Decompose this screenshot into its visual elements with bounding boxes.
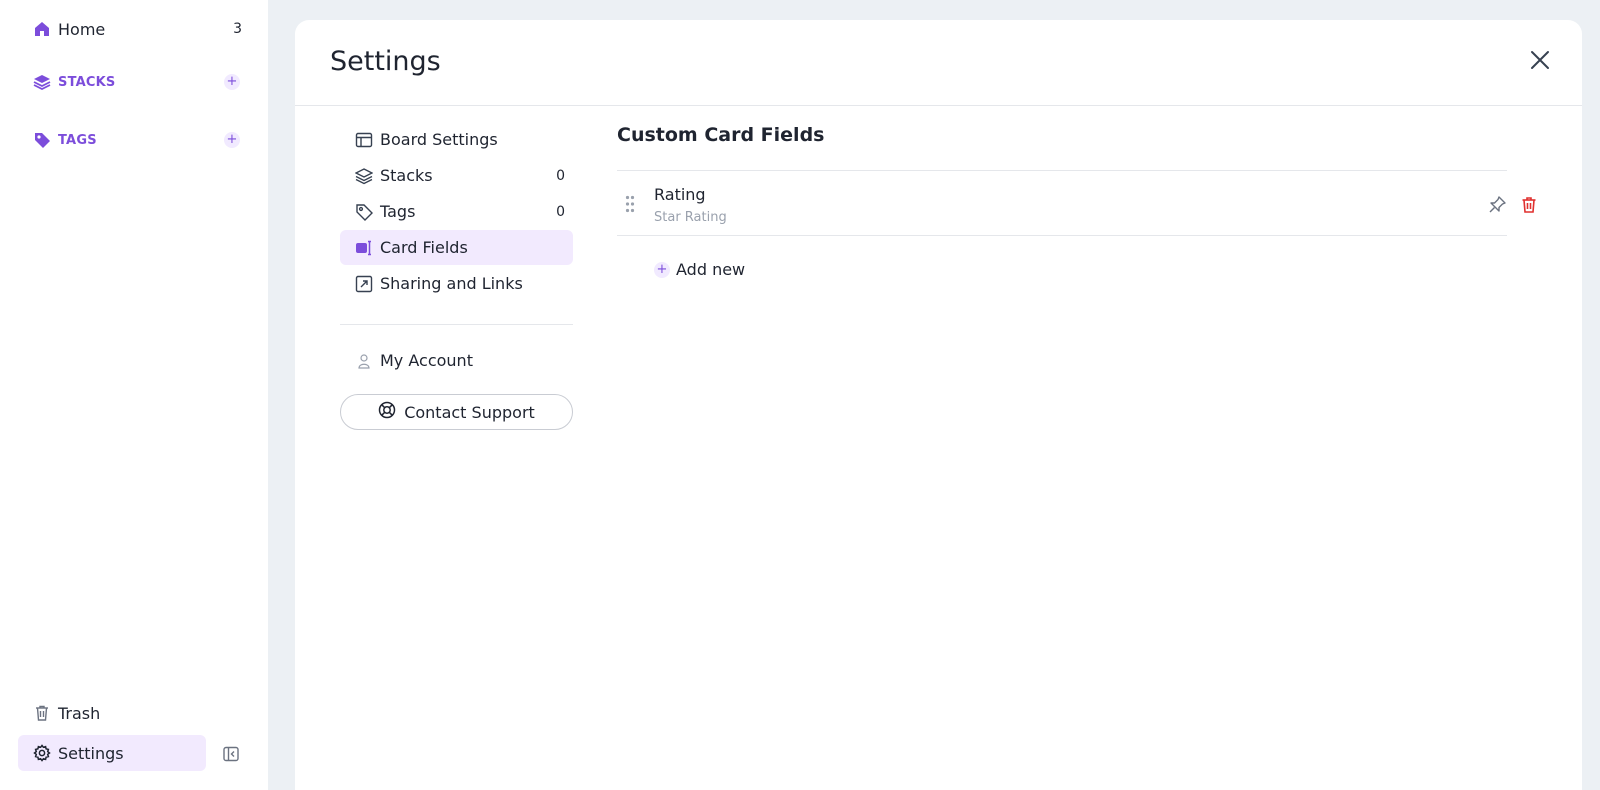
settings-header: Settings [295, 20, 1582, 106]
contact-support-button[interactable]: Contact Support [340, 394, 573, 430]
home-icon [32, 19, 52, 39]
tags-count: 0 [556, 203, 565, 220]
card-fields-content: Custom Card Fields Rating Star Rating + … [617, 124, 1537, 279]
sidebar-section-stacks[interactable]: STACKS + [18, 64, 248, 100]
sidebar-item-label: Trash [58, 703, 101, 723]
card-fields-icon [354, 238, 374, 258]
section-title: Custom Card Fields [617, 124, 825, 146]
contact-support-label: Contact Support [404, 402, 535, 422]
settings-panel: Settings Board Settings Stacks 0 Tags 0 [295, 20, 1582, 790]
nav-item-label: Stacks [380, 166, 433, 185]
field-name: Rating [654, 185, 706, 204]
nav-divider [340, 324, 573, 325]
add-new-button[interactable]: + Add new [654, 260, 1537, 279]
nav-item-label: Card Fields [380, 238, 468, 257]
sidebar-item-trash[interactable]: Trash [18, 695, 248, 731]
sidebar-section-tags[interactable]: TAGS + [18, 122, 248, 158]
drag-handle-icon[interactable] [625, 195, 635, 213]
nav-item-card-fields[interactable]: Card Fields [340, 230, 573, 265]
nav-item-label: My Account [380, 351, 473, 370]
sidebar-item-home[interactable]: Home 3 [18, 11, 248, 47]
nav-item-label: Board Settings [380, 130, 498, 149]
delete-icon[interactable] [1519, 195, 1539, 215]
nav-item-my-account[interactable]: My Account [340, 343, 573, 378]
nav-item-sharing[interactable]: Sharing and Links [340, 266, 573, 301]
sidebar-item-label: Settings [58, 743, 124, 763]
sidebar-item-settings[interactable]: Settings [18, 735, 206, 771]
field-type: Star Rating [654, 210, 727, 225]
nav-item-label: Tags [380, 202, 416, 221]
app-sidebar: Home 3 STACKS + TAGS + Trash Settings [0, 0, 268, 790]
page-title: Settings [330, 46, 441, 77]
collapse-sidebar-icon[interactable] [222, 745, 240, 763]
nav-item-tags[interactable]: Tags 0 [340, 194, 573, 229]
nav-item-board-settings[interactable]: Board Settings [340, 122, 573, 157]
lifebuoy-icon [378, 401, 396, 423]
tags-icon [32, 130, 52, 150]
tags-icon [354, 202, 374, 222]
close-icon[interactable] [1528, 48, 1552, 72]
account-icon [354, 351, 374, 371]
nav-item-label: Sharing and Links [380, 274, 523, 293]
trash-icon [32, 703, 52, 723]
board-icon [354, 130, 374, 150]
sidebar-item-label: Home [58, 19, 106, 39]
add-new-label: Add new [676, 260, 746, 279]
stacks-count: 0 [556, 167, 565, 184]
settings-nav: Board Settings Stacks 0 Tags 0 Card Fiel… [340, 122, 573, 430]
plus-icon: + [654, 261, 670, 278]
add-stack-button[interactable]: + [224, 74, 240, 90]
stacks-icon [354, 166, 374, 186]
field-row[interactable]: Rating Star Rating [617, 170, 1536, 236]
nav-item-stacks[interactable]: Stacks 0 [340, 158, 573, 193]
sidebar-section-label: TAGS [58, 132, 97, 148]
share-icon [354, 274, 374, 294]
sidebar-section-label: STACKS [58, 74, 116, 90]
home-count: 3 [233, 21, 242, 37]
gear-icon [32, 743, 52, 763]
add-tag-button[interactable]: + [224, 132, 240, 148]
pin-icon[interactable] [1487, 195, 1507, 215]
stacks-icon [32, 72, 52, 92]
